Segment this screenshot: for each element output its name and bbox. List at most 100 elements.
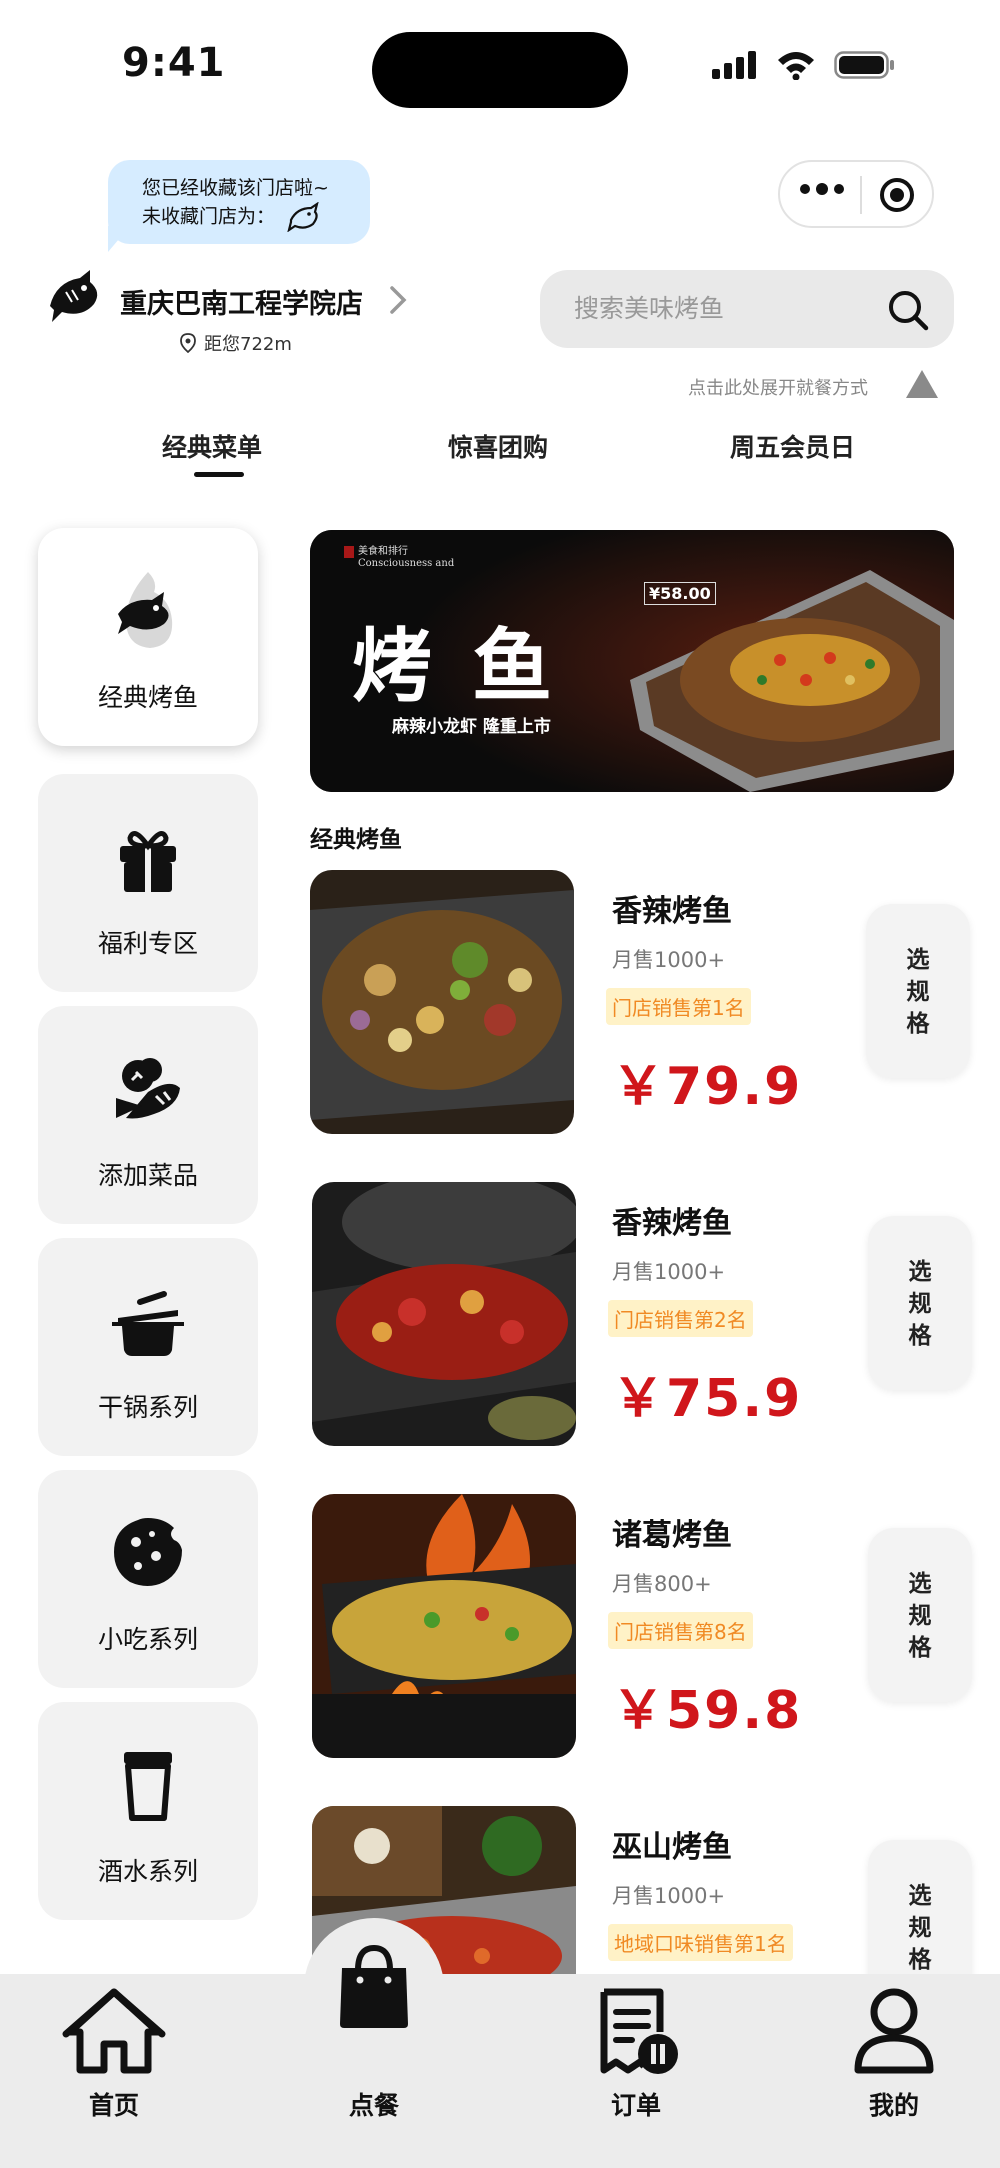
nav-mine[interactable]: 我的 (834, 1986, 954, 2122)
section-title: 经典烤鱼 (310, 827, 402, 853)
spec-char: 规 (908, 1291, 932, 1317)
sidebar-item-label: 添加菜品 (97, 1161, 198, 1190)
select-spec-button[interactable]: 选 规 格 (868, 1528, 972, 1702)
spec-char: 规 (908, 1603, 932, 1629)
product-name: 巫山烤鱼 (612, 1830, 732, 1865)
product-sales: 月售1000+ (612, 1260, 726, 1284)
location-pin-icon (180, 333, 196, 353)
product-price: ￥75.9 (612, 1369, 803, 1429)
tab-classic-menu[interactable]: 经典菜单 (162, 428, 262, 464)
status-icons (712, 50, 896, 80)
store-fish-logo-icon (50, 270, 98, 322)
spec-char: 规 (906, 979, 930, 1005)
vegetables-icon (116, 1058, 180, 1119)
cookie-icon (114, 1518, 182, 1586)
product-image[interactable] (312, 1494, 576, 1758)
banner-title: 烤鱼 (352, 620, 592, 713)
fish-outline-icon (287, 202, 319, 232)
product-rank-badge: 门店销售第2名 (608, 1300, 753, 1337)
banner-small-caption: 美食和排行 (358, 546, 408, 557)
spec-char: 格 (906, 1011, 930, 1037)
cup-icon (124, 1752, 172, 1821)
chevron-right-icon[interactable] (388, 284, 408, 316)
select-spec-button[interactable]: 选 规 格 (868, 1840, 972, 1990)
more-icon[interactable] (800, 183, 844, 195)
order-icon (600, 1988, 678, 2074)
pot-icon (112, 1291, 184, 1356)
nav-home[interactable]: 首页 (54, 1986, 174, 2122)
distance-text: 距您722m (204, 334, 292, 355)
sidebar-item-snacks[interactable]: 小吃系列 (38, 1470, 258, 1688)
dynamic-island (372, 32, 628, 108)
expand-triangle-icon[interactable] (906, 370, 938, 398)
nav-label: 我的 (868, 2091, 919, 2120)
select-spec-button[interactable]: 选 规 格 (866, 904, 970, 1078)
nav-label: 首页 (88, 2091, 139, 2120)
sidebar-item-label: 福利专区 (97, 929, 198, 958)
banner-tagline: 麻辣小龙虾 隆重上市 (392, 717, 551, 737)
shopping-bag-icon (340, 1944, 408, 2028)
favorite-bubble-line1: 您已经收藏该门店啦~ (142, 177, 329, 199)
sidebar-item-dry-pot[interactable]: 干锅系列 (38, 1238, 258, 1456)
spec-char: 格 (908, 1947, 932, 1973)
sidebar-item-label: 干锅系列 (97, 1393, 198, 1422)
select-spec-button[interactable]: 选 规 格 (868, 1216, 972, 1390)
sidebar-item-welfare[interactable]: 福利专区 (38, 774, 258, 992)
favorite-bubble-line2: 未收藏门店为： (142, 202, 370, 232)
product-rank-badge: 地域口味销售第1名 (608, 1924, 793, 1961)
nav-orders[interactable]: 订单 (576, 1986, 696, 2122)
tab-group-buy[interactable]: 惊喜团购 (448, 428, 548, 464)
user-icon (854, 1988, 934, 2074)
fish-icon (118, 572, 173, 648)
spec-char: 选 (908, 1571, 932, 1597)
product-price: ￥79.9 (612, 1057, 803, 1117)
spec-char: 格 (908, 1323, 932, 1349)
capsule-divider (860, 176, 862, 214)
tab-friday-member-day[interactable]: 周五会员日 (730, 428, 855, 464)
product-rank-badge: 门店销售第8名 (608, 1612, 753, 1649)
product-image[interactable] (310, 870, 574, 1134)
banner-english: Consciousness and (358, 558, 455, 569)
spec-char: 选 (908, 1883, 932, 1909)
miniapp-capsule[interactable] (778, 160, 934, 228)
search-input[interactable]: 搜索美味烤鱼 (540, 270, 954, 348)
product-image[interactable] (312, 1182, 576, 1446)
active-tab-indicator (194, 472, 244, 477)
signal-icon (712, 51, 756, 79)
product-price: ￥59.8 (612, 1681, 803, 1741)
product-sales: 月售1000+ (612, 1884, 726, 1908)
product-name: 香辣烤鱼 (612, 894, 732, 929)
gift-icon (120, 831, 176, 892)
nav-label: 订单 (610, 2091, 661, 2120)
close-miniapp-icon[interactable] (880, 178, 914, 212)
sidebar-item-label: 小吃系列 (97, 1625, 198, 1654)
favorite-bubble-tail (108, 226, 130, 252)
product-sales: 月售1000+ (612, 948, 726, 972)
spec-char: 选 (908, 1259, 932, 1285)
battery-icon (834, 51, 894, 79)
spec-char: 选 (906, 947, 930, 973)
nav-order-food[interactable]: 点餐 (314, 1940, 434, 2122)
status-time: 9:41 (122, 40, 226, 86)
favorite-bubble: 您已经收藏该门店啦~ 未收藏门店为： (108, 160, 370, 244)
favorite-bubble-line2-text: 未收藏门店为： (142, 205, 276, 228)
nav-label: 点餐 (348, 2091, 399, 2120)
spec-char: 格 (908, 1635, 932, 1661)
banner-price-badge: ¥58.00 (644, 582, 716, 605)
sidebar-item-classic-fish[interactable]: 经典烤鱼 (38, 528, 258, 746)
store-name[interactable]: 重庆巴南工程学院店 (120, 282, 363, 321)
home-icon (62, 1988, 166, 2074)
dining-mode-hint[interactable]: 点击此处展开就餐方式 (688, 374, 868, 400)
product-sales: 月售800+ (612, 1572, 712, 1596)
sidebar-item-drinks[interactable]: 酒水系列 (38, 1702, 258, 1920)
product-name: 诸葛烤鱼 (612, 1518, 732, 1553)
wifi-icon (778, 52, 814, 80)
sidebar-item-label: 经典烤鱼 (97, 683, 198, 712)
search-icon[interactable] (886, 288, 930, 332)
search-placeholder: 搜索美味烤鱼 (574, 294, 725, 323)
product-rank-badge: 门店销售第1名 (606, 988, 751, 1025)
product-name: 香辣烤鱼 (612, 1206, 732, 1241)
sidebar-item-add-dish[interactable]: 添加菜品 (38, 1006, 258, 1224)
sidebar-item-label: 酒水系列 (97, 1857, 198, 1886)
promo-banner[interactable]: 美食和排行 Consciousness and 烤鱼 麻辣小龙虾 隆重上市 ¥5… (310, 530, 954, 792)
